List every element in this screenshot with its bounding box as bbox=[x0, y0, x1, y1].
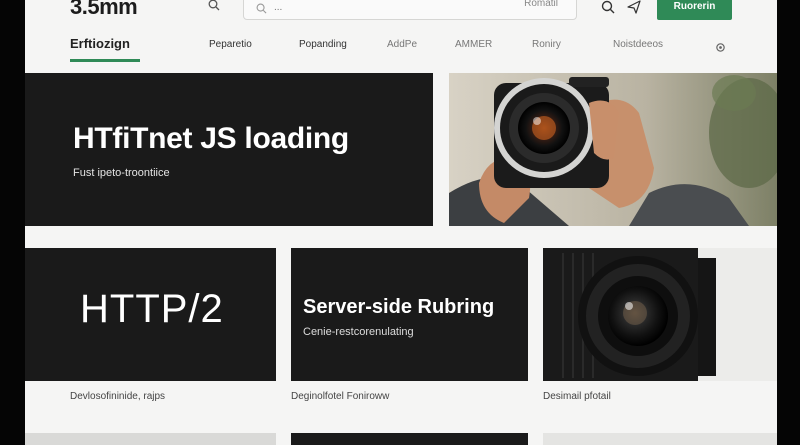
search-icon[interactable] bbox=[208, 0, 220, 16]
search-submit-button[interactable]: Romatil bbox=[524, 0, 558, 9]
page: 3.5mm Romatil Ruorerin Erftiozign Pepare… bbox=[25, 0, 777, 445]
search-icon[interactable] bbox=[601, 0, 615, 19]
site-logo[interactable]: 3.5mm bbox=[70, 0, 138, 20]
card-next-3[interactable] bbox=[543, 433, 777, 445]
card-title: Server-side Rubring bbox=[303, 296, 495, 318]
card-caption[interactable]: Deginolfotel Foniroww bbox=[291, 391, 389, 402]
active-underline bbox=[70, 59, 140, 62]
nav-item-1[interactable]: Peparetio bbox=[209, 39, 252, 50]
card-next-2[interactable] bbox=[291, 433, 528, 445]
hero-title: HTfiTnet JS loading bbox=[73, 122, 349, 155]
nav-item-5[interactable]: Roniry bbox=[532, 39, 561, 50]
brand-title[interactable]: Erftiozign bbox=[70, 36, 130, 51]
settings-icon[interactable] bbox=[715, 40, 726, 58]
card-title: HTTP/2 bbox=[80, 287, 224, 331]
hero-photo[interactable] bbox=[449, 73, 777, 226]
cta-button[interactable]: Ruorerin bbox=[657, 0, 732, 20]
search-field-icon bbox=[256, 1, 267, 19]
send-icon[interactable] bbox=[627, 0, 641, 19]
card-http2[interactable]: HTTP/2 bbox=[25, 248, 276, 381]
search-bar[interactable]: Romatil bbox=[243, 0, 577, 20]
hero-card[interactable]: HTfiTnet JS loading Fust ipeto-troontiic… bbox=[25, 73, 433, 226]
card-next-1[interactable] bbox=[25, 433, 276, 445]
nav-item-6[interactable]: Noistdeeos bbox=[613, 39, 663, 50]
card-ssr[interactable]: Server-side Rubring Cenie-restcorenulati… bbox=[291, 248, 528, 381]
nav-item-4[interactable]: AMMER bbox=[455, 39, 492, 50]
lens-photo[interactable] bbox=[543, 248, 777, 381]
card-subtitle: Cenie-restcorenulating bbox=[303, 326, 414, 338]
nav-item-2[interactable]: Popanding bbox=[299, 39, 347, 50]
hero-subtitle: Fust ipeto-troontiice bbox=[73, 167, 170, 179]
search-input[interactable] bbox=[274, 0, 474, 16]
nav-item-3[interactable]: AddPe bbox=[387, 39, 417, 50]
card-caption[interactable]: Devlosofininide, rajps bbox=[70, 391, 165, 402]
card-caption[interactable]: Desimail pfotail bbox=[543, 391, 611, 402]
